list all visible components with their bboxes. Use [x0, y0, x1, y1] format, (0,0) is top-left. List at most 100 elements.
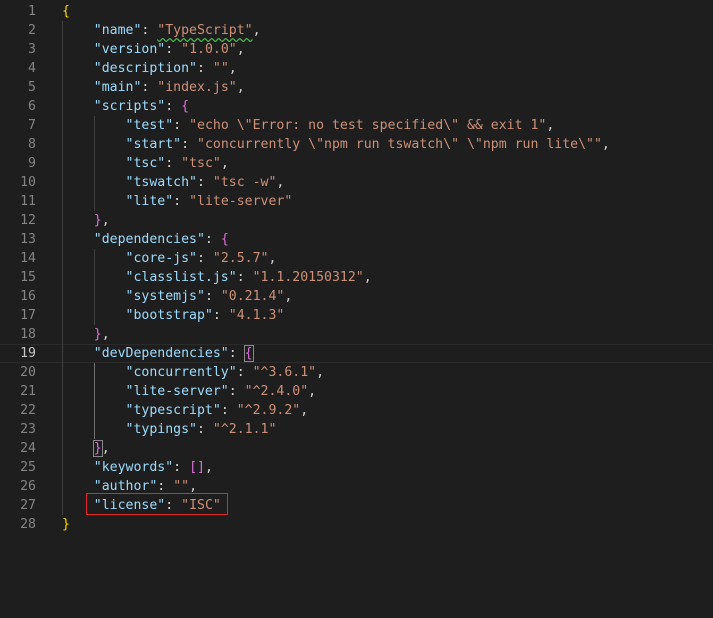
line-number: 9 [28, 156, 36, 171]
code-text: "concurrently": "^3.6.1", [62, 363, 325, 382]
code-text: "bootstrap": "4.1.3" [62, 306, 285, 325]
code-text: "dependencies": { [62, 230, 229, 249]
code-text: "systemjs": "0.21.4", [62, 287, 293, 306]
bracket: } [92, 440, 103, 457]
punctuation: : [196, 61, 213, 76]
punctuation: : [141, 23, 158, 38]
code-line[interactable]: 28} [0, 515, 713, 534]
code-line[interactable]: 9 "tsc": "tsc", [0, 154, 713, 173]
code-line[interactable]: 24 }, [0, 439, 713, 458]
code-line[interactable]: 23 "typings": "^2.1.1" [0, 420, 713, 439]
punctuation: : [236, 365, 253, 380]
json-string: "index.js" [157, 80, 237, 95]
line-number: 17 [20, 308, 36, 323]
line-number: 23 [20, 422, 36, 437]
json-key: "author" [93, 479, 158, 494]
punctuation: , [300, 403, 309, 418]
json-key: "dependencies" [93, 232, 205, 247]
json-string: "tsc" [181, 156, 221, 171]
code-line[interactable]: 15 "classlist.js": "1.1.20150312", [0, 268, 713, 287]
json-key: "tswatch" [125, 175, 197, 190]
indent-guide [94, 249, 95, 325]
code-line[interactable]: 21 "lite-server": "^2.4.0", [0, 382, 713, 401]
code-line[interactable]: 3 "version": "1.0.0", [0, 40, 713, 59]
punctuation: : [181, 137, 197, 152]
line-number: 1 [28, 4, 36, 19]
punctuation: : [165, 42, 182, 57]
code-line[interactable]: 11 "lite": "lite-server" [0, 192, 713, 211]
line-number: 7 [28, 118, 36, 133]
json-key: "lite-server" [125, 384, 229, 399]
line-number: 24 [20, 441, 36, 456]
code-line[interactable]: 6 "scripts": { [0, 97, 713, 116]
punctuation: , [236, 42, 245, 57]
punctuation [62, 232, 94, 247]
code-text: "keywords": [], [62, 458, 213, 477]
code-line[interactable]: 22 "typescript": "^2.9.2", [0, 401, 713, 420]
code-line[interactable]: 20 "concurrently": "^3.6.1", [0, 363, 713, 382]
punctuation: , [101, 327, 110, 342]
bracket: { [181, 99, 190, 114]
code-text: }, [62, 439, 110, 458]
punctuation: , [546, 118, 555, 133]
code-line[interactable]: 2 "name": "TypeScript", [0, 21, 713, 40]
json-key: "bootstrap" [125, 308, 213, 323]
punctuation: : [197, 422, 213, 437]
json-key: "keywords" [93, 460, 174, 475]
code-line[interactable]: 16 "systemjs": "0.21.4", [0, 287, 713, 306]
bracket: { [62, 4, 70, 19]
punctuation: : [212, 308, 229, 323]
punctuation: : [204, 232, 221, 247]
code-text: "lite": "lite-server" [62, 192, 293, 211]
json-key: "systemjs" [125, 289, 205, 304]
code-line[interactable]: 18 }, [0, 325, 713, 344]
json-key: "description" [93, 61, 197, 76]
code-text: "description": "", [62, 59, 237, 78]
line-number: 26 [20, 479, 36, 494]
code-line[interactable]: 14 "core-js": "2.5.7", [0, 249, 713, 268]
code-text: "tsc": "tsc", [62, 154, 229, 173]
code-line[interactable]: 17 "bootstrap": "4.1.3" [0, 306, 713, 325]
json-string: "^2.4.0" [244, 384, 309, 399]
code-line[interactable]: 10 "tswatch": "tsc -w", [0, 173, 713, 192]
code-text: } [62, 515, 70, 534]
line-number: 18 [20, 327, 36, 342]
json-key: "typescript" [125, 403, 221, 418]
code-text: }, [62, 325, 110, 344]
json-string: "concurrently \"npm run tswatch\" \"npm … [197, 137, 602, 152]
punctuation: : [141, 80, 158, 95]
code-text: "version": "1.0.0", [62, 40, 245, 59]
line-number: 8 [28, 137, 36, 152]
indent-guide [94, 363, 95, 439]
line-number: 13 [20, 232, 36, 247]
code-line[interactable]: 25 "keywords": [], [0, 458, 713, 477]
punctuation [62, 80, 94, 95]
code-line[interactable]: 7 "test": "echo \"Error: no test specifi… [0, 116, 713, 135]
line-number: 19 [20, 346, 36, 361]
code-line[interactable]: 4 "description": "", [0, 59, 713, 78]
code-text: "lite-server": "^2.4.0", [62, 382, 317, 401]
line-number: 14 [20, 251, 36, 266]
code-line[interactable]: 13 "dependencies": { [0, 230, 713, 249]
indent-guide [94, 116, 95, 211]
line-number: 27 [20, 498, 36, 513]
punctuation: : [228, 384, 245, 399]
punctuation: , [252, 23, 261, 38]
json-string: "^2.9.2" [236, 403, 301, 418]
code-line[interactable]: 5 "main": "index.js", [0, 78, 713, 97]
bracket: } [93, 213, 102, 228]
punctuation: : [228, 346, 245, 361]
punctuation [62, 327, 94, 342]
code-editor[interactable]: 1{2 "name": "TypeScript", 3 "version": "1… [0, 0, 713, 618]
punctuation: , [268, 251, 277, 266]
code-text: "name": "TypeScript", [62, 21, 261, 40]
code-line[interactable]: 12 }, [0, 211, 713, 230]
indent-guide [62, 21, 63, 515]
code-line[interactable]: 8 "start": "concurrently \"npm run tswat… [0, 135, 713, 154]
code-line[interactable]: 19 "devDependencies": { [0, 344, 713, 363]
code-line[interactable]: 1{ [0, 2, 713, 21]
punctuation [62, 213, 94, 228]
json-key: "concurrently" [125, 365, 237, 380]
punctuation: : [197, 175, 213, 190]
punctuation: : [236, 270, 253, 285]
